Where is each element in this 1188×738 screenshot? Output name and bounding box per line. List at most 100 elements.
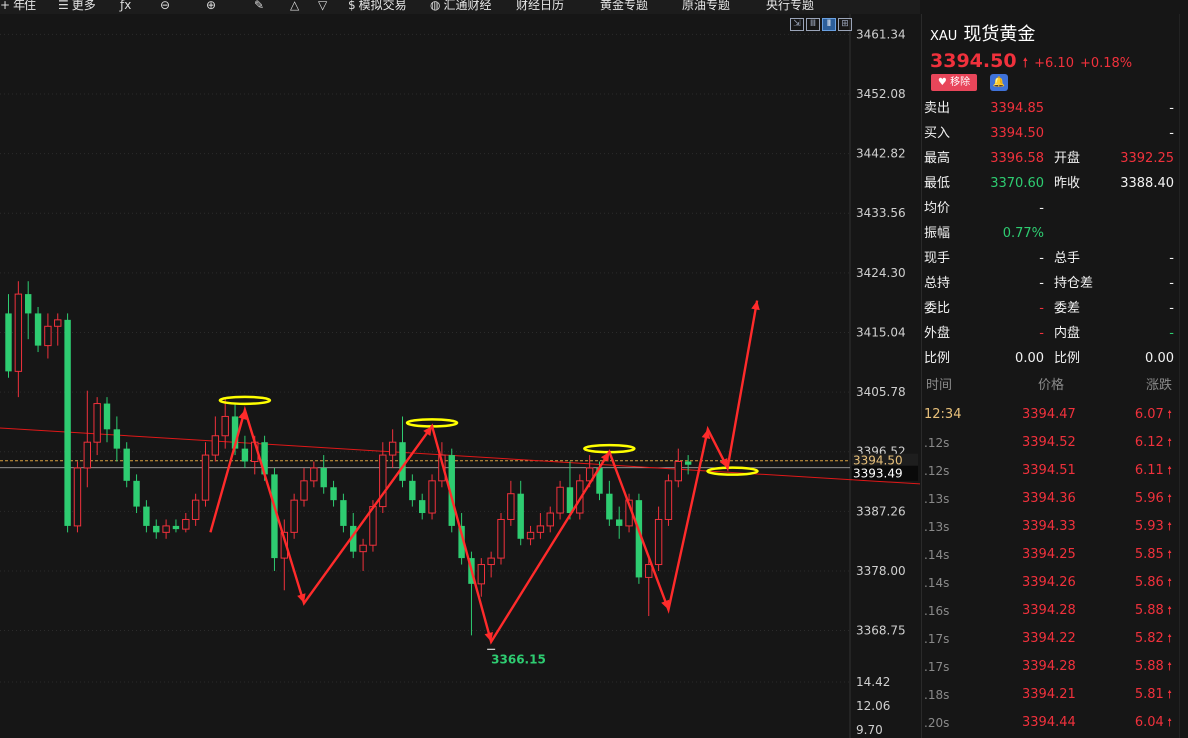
arrow-up-icon: 🠕	[1163, 408, 1172, 421]
tick-price: 3394.52	[1022, 435, 1076, 450]
quote-panel: XAU 现货黄金 3394.50 🠕 +6.10 +0.18% ♥ 移除 🔔 卖…	[921, 14, 1188, 738]
toolbar-item-4[interactable]: ⊖	[160, 0, 170, 14]
toolbar-item-10[interactable]: ◍ 汇通财经	[430, 0, 492, 14]
field-label: 卖出	[924, 101, 951, 116]
tick-change: 5.85 🠕	[1135, 541, 1172, 569]
tick-time: .16s	[924, 604, 950, 618]
tick-time: .17s	[924, 660, 950, 674]
toolbar-item-label: 汇通财经	[443, 0, 492, 12]
pen-icon: ✎	[254, 0, 265, 12]
tick-row: .12s 3394.52 6.12 🠕	[922, 429, 1178, 457]
field-label: 振幅	[924, 226, 951, 241]
chart-toolbar: + 年住 ☰ 更多 ƒx ⊖ ⊕ ✎ △ ▽ $ 模拟交易 ◍ 汇通财经 财经日历 黄金专题 原油专题 央行专题	[0, 0, 920, 14]
candle-body	[162, 525, 170, 533]
candle-body	[5, 313, 12, 372]
field-label: 委比	[924, 301, 951, 316]
tick-change: 5.82 🠕	[1135, 625, 1172, 653]
candle-body	[211, 435, 220, 456]
candle-body	[25, 294, 32, 314]
symbol-code: XAU	[930, 29, 958, 44]
arrow-up-icon: 🠕	[1163, 716, 1172, 729]
y-tick-label: 3378.00	[856, 564, 906, 578]
dropdown-icon: ▽	[318, 0, 328, 12]
candle-body	[300, 480, 308, 501]
price-change: +6.10	[1034, 56, 1074, 71]
tick-change-value: 6.12	[1134, 435, 1164, 450]
tick-change-value: 5.85	[1134, 547, 1164, 562]
scrollbar[interactable]	[1179, 14, 1188, 738]
arrow-up-icon: 🠕	[1022, 56, 1029, 71]
toolbar-item-7[interactable]: △	[290, 0, 299, 14]
candle-body	[153, 525, 160, 533]
candle-body	[221, 415, 229, 437]
candle-body	[616, 519, 623, 526]
toolbar-item-5[interactable]: ⊕	[206, 0, 216, 14]
tick-time: .13s	[924, 492, 950, 506]
candle-body	[340, 500, 347, 526]
tick-time: .14s	[924, 548, 950, 562]
toolbar-item-2[interactable]: ☰ 更多	[58, 0, 96, 14]
toolbar-item-13[interactable]: 原油专题	[682, 0, 730, 14]
candle-mode-button[interactable]: Ⅱ	[822, 18, 836, 31]
arrow-up-icon: 🠕	[1163, 632, 1172, 645]
toolbar-item-14[interactable]: 央行专题	[766, 0, 814, 14]
candle-body	[566, 487, 574, 514]
candle-body	[606, 493, 613, 520]
arrow-up-icon: 🠕	[1163, 436, 1172, 449]
field-label: 最高	[924, 151, 951, 166]
toolbar-item-0[interactable]: + 年	[0, 0, 25, 14]
chart-canvas[interactable]: 3461.34 3452.08 3442.82 3433.56 3424.30 3415.…	[0, 14, 920, 738]
tick-change: 5.96 🠕	[1135, 485, 1172, 513]
candle-body	[133, 480, 140, 507]
candle-body	[83, 441, 91, 469]
field-label: 均价	[924, 201, 951, 216]
remove-favorite-button[interactable]: ♥ 移除	[931, 74, 977, 91]
tick-change: 5.88 🠕	[1135, 653, 1172, 681]
field-label: 委差	[1054, 301, 1081, 316]
toolbar-item-3[interactable]: ƒx	[120, 0, 131, 14]
field-value: 3392.25	[1120, 151, 1174, 166]
arrow-up-icon: 🠕	[1163, 548, 1172, 561]
candle-body	[73, 467, 82, 527]
candle-body	[497, 518, 505, 559]
fit-view-button[interactable]: ⇲	[790, 18, 804, 31]
bar-mode-button[interactable]: Ⅲ	[806, 18, 820, 31]
tick-time: .14s	[924, 576, 950, 590]
candle-body	[182, 518, 190, 530]
field-label: 买入	[924, 126, 951, 141]
tick-change-value: 5.81	[1134, 687, 1164, 702]
candle-body	[359, 544, 367, 553]
toolbar-item-12[interactable]: 黄金专题	[600, 0, 648, 14]
field-label: 外盘	[924, 326, 951, 341]
tick-header-change: 涨跌	[1145, 378, 1172, 393]
tick-row: .14s 3394.25 5.85 🠕	[922, 541, 1178, 569]
toolbar-item-11[interactable]: 财经日历	[516, 0, 564, 14]
cursor-price-label: 3393.49	[853, 467, 903, 481]
field-value: 0.00	[1015, 351, 1044, 366]
candle-body	[241, 448, 249, 462]
tick-change-value: 5.93	[1134, 519, 1164, 534]
volume-tick-label: 14.42	[856, 675, 890, 689]
tick-change-value: 6.07	[1134, 407, 1164, 422]
expand-button[interactable]: ⊞	[838, 18, 852, 31]
bell-icon[interactable]: 🔔	[990, 74, 1008, 91]
tick-price: 3394.51	[1022, 463, 1076, 478]
y-tick-label: 3405.78	[856, 385, 906, 399]
field-value: -	[1039, 326, 1044, 341]
candle-body	[399, 442, 406, 481]
field-label: 最低	[924, 176, 951, 191]
candlestick-chart[interactable]: 3461.34 3452.08 3442.82 3433.56 3424.30 3415.…	[0, 14, 920, 738]
y-tick-label: 3387.26	[856, 504, 906, 518]
toolbar-item-label: 财经日历	[516, 0, 565, 12]
toolbar-item-9[interactable]: $ 模拟交易	[348, 0, 407, 14]
toolbar-item-8[interactable]: ▽	[318, 0, 327, 14]
field-value: -	[1169, 301, 1174, 316]
fx-icon: ƒx	[120, 0, 132, 12]
field-label: 比例	[1054, 351, 1081, 366]
candle-body	[546, 512, 554, 527]
toolbar-item-label: 原油专题	[682, 0, 731, 12]
tick-row: .17s 3394.28 5.88 🠕	[922, 653, 1178, 681]
toolbar-item-6[interactable]: ✎	[254, 0, 264, 14]
toolbar-item-1[interactable]: 住	[24, 0, 36, 14]
candle-body	[143, 506, 150, 526]
